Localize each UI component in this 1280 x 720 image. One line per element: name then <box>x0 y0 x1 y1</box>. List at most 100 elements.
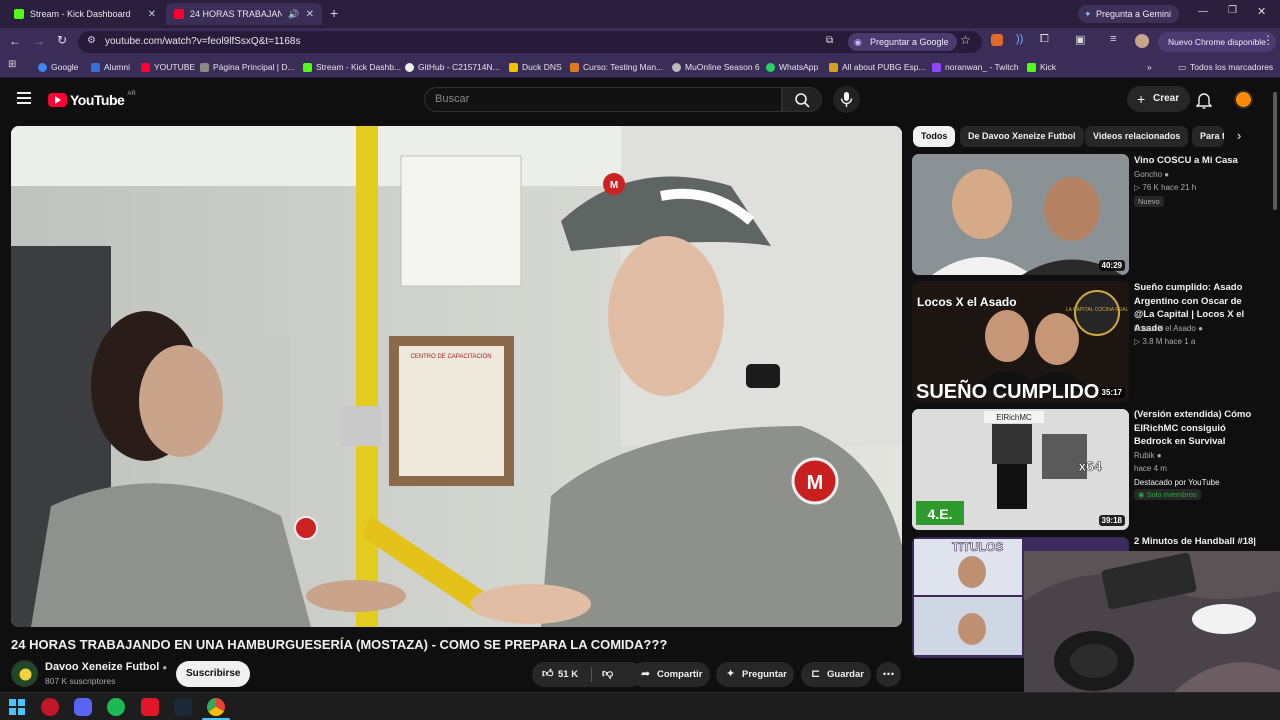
youtube-header: YouTube AR + Crear <box>0 80 1270 120</box>
channel-text: Locos X el Asado <box>1134 324 1196 333</box>
bookmark-github[interactable]: GitHub - C215714N... <box>405 60 500 74</box>
all-bookmarks-folder[interactable]: ▭ Todos los marcadores <box>1178 60 1273 74</box>
channel-text: Rubik <box>1134 451 1155 460</box>
cast-icon[interactable]: ⧉ <box>826 35 833 46</box>
channel-avatar[interactable] <box>11 660 38 687</box>
tab-youtube-video[interactable]: 24 HORAS TRABAJANDO E 🔊 ✕ <box>166 3 322 25</box>
update-chrome-label: Nuevo Chrome disponible <box>1168 37 1266 47</box>
extensions-puzzle-icon[interactable]: ⧠ <box>1040 33 1049 46</box>
forward-button[interactable]: → <box>33 34 45 48</box>
app-red-icon[interactable] <box>141 698 159 716</box>
more-actions-button[interactable]: ⋯ <box>876 662 901 687</box>
share-button[interactable]: ➦ Compartir <box>631 662 710 687</box>
chip-todos[interactable]: Todos <box>913 126 956 147</box>
bookmark-kick-dashboard[interactable]: Stream - Kick Dashb... <box>303 60 401 74</box>
bookmark-pubg[interactable]: All about PUBG Esp... <box>829 60 926 74</box>
thumbs-down-icon: 👎︎ <box>602 668 614 680</box>
extension-fox-icon[interactable] <box>991 34 1003 46</box>
recommendation-channel[interactable]: Locos X el Asado ● <box>1134 324 1203 333</box>
play-icon: ▷ <box>1134 183 1141 192</box>
recommendation-title[interactable]: (Versión extendida) Cómo ElRichMC consig… <box>1134 408 1264 449</box>
apps-grid-icon[interactable]: ⊞ <box>8 59 16 70</box>
members-icon: ◉ <box>1138 490 1145 499</box>
ask-google-button[interactable]: ◉ Preguntar a Google <box>848 33 957 51</box>
extension-wave-icon[interactable]: )) <box>1016 33 1023 45</box>
address-bar[interactable]: ⚙ youtube.com/watch?v=feol9lfSsxQ&t=1168… <box>78 31 982 53</box>
bookmark-kick[interactable]: Kick <box>1027 60 1056 74</box>
kick-icon <box>14 9 24 19</box>
reading-list-icon[interactable]: ≡ <box>1110 33 1116 45</box>
steam-icon[interactable] <box>174 698 192 716</box>
bookmark-label: Stream - Kick Dashb... <box>316 62 402 72</box>
bookmark-pagina-principal[interactable]: Página Principal | D... <box>200 60 295 74</box>
bookmark-curso-testing[interactable]: Curso: Testing Man... <box>570 60 663 74</box>
windows-start-icon[interactable] <box>8 698 26 716</box>
bookmark-label: Todos los marcadores <box>1190 62 1274 72</box>
bookmark-duck-dns[interactable]: Duck DNS <box>509 60 562 74</box>
voice-search-button[interactable] <box>833 86 860 113</box>
recommendation-thumbnail[interactable]: LA CAPITAL COCINA REAL Locos X el Asado … <box>912 281 1129 402</box>
bookmark-label: All about PUBG Esp... <box>842 62 926 72</box>
youtube-logo[interactable]: YouTube AR <box>48 91 136 108</box>
ask-button[interactable]: ✦ Preguntar <box>716 662 794 687</box>
chrome-icon[interactable] <box>207 698 225 716</box>
bookmark-muonline[interactable]: MuOnline Season 6 <box>672 60 760 74</box>
create-button[interactable]: + Crear <box>1127 86 1191 112</box>
recommendation-title[interactable]: Vino COSCU a Mi Casa <box>1134 154 1264 168</box>
bookmark-whatsapp[interactable]: WhatsApp <box>766 60 818 74</box>
thumbnail-image: ElRichMC x64 4.E. <box>912 409 1129 530</box>
recommendation-thumbnail[interactable]: 40:29 <box>912 154 1129 275</box>
chrome-menu-icon[interactable]: ⋮ <box>1262 33 1274 47</box>
bookmark-google[interactable]: Google <box>38 60 78 74</box>
tab-kick-dashboard[interactable]: Stream - Kick Dashboard ✕ <box>6 3 164 25</box>
recommendation-title[interactable]: 2 Minutos de Handball #18| <box>1134 535 1264 549</box>
reload-button[interactable]: ↻ <box>57 33 67 47</box>
close-tab-icon[interactable]: ✕ <box>306 9 314 20</box>
notifications-button[interactable] <box>1196 91 1212 109</box>
audio-playing-icon[interactable]: 🔊 <box>288 9 299 20</box>
subscribe-button[interactable]: Suscribirse <box>176 661 251 687</box>
bookmark-star-icon[interactable]: ☆ <box>960 33 971 47</box>
chip-para-ti[interactable]: Para ti <box>1192 126 1224 147</box>
chip-channel[interactable]: De Davoo Xeneize Futbol <box>960 126 1084 147</box>
back-button[interactable]: ← <box>9 34 21 48</box>
minimize-button[interactable]: — <box>1198 6 1208 17</box>
bookmark-twitch[interactable]: noranwan_ - Twitch <box>932 60 1019 74</box>
bookmark-youtube[interactable]: YOUTUBE <box>141 60 195 74</box>
channel-name[interactable]: Davoo Xeneize Futbol ● <box>45 661 167 673</box>
bookmarks-overflow-button[interactable]: » <box>1147 60 1152 74</box>
ask-google-label: Preguntar a Google <box>870 37 949 47</box>
maximize-button[interactable]: ❐ <box>1228 5 1237 16</box>
like-button[interactable]: 👍︎ 51 K <box>532 662 591 687</box>
search-button[interactable] <box>782 87 822 112</box>
recommendation-channel[interactable]: Goncho ● <box>1134 170 1169 179</box>
video-player[interactable]: CENTRO DE CAPACITACIÓN M M <box>11 126 902 627</box>
site-info-icon[interactable]: ⚙ <box>87 35 96 46</box>
scrollbar-thumb[interactable] <box>1273 92 1277 210</box>
spotify-icon[interactable] <box>107 698 125 716</box>
ask-label: Preguntar <box>742 669 787 680</box>
thumb-caption-text: SUEÑO CUMPLIDO <box>916 380 1099 402</box>
search-icon <box>795 93 810 108</box>
save-button[interactable]: ⊏ Guardar <box>801 662 871 687</box>
folder-icon: ▭ <box>1178 61 1187 72</box>
recommendation-channel[interactable]: Rubik ● <box>1134 451 1162 460</box>
hamburger-menu-icon[interactable] <box>17 92 31 104</box>
split-view-icon[interactable]: ▣ <box>1075 33 1085 46</box>
user-avatar[interactable] <box>1234 90 1253 109</box>
chip-related[interactable]: Videos relacionados <box>1085 126 1189 147</box>
profile-avatar[interactable] <box>1135 34 1149 48</box>
chip-label: Videos relacionados <box>1093 131 1181 141</box>
opera-gx-icon[interactable] <box>41 698 59 716</box>
search-input[interactable] <box>435 93 765 105</box>
update-chrome-button[interactable]: Nuevo Chrome disponible <box>1158 32 1276 52</box>
chips-next-arrow-icon[interactable]: › <box>1237 128 1241 143</box>
cap-logo-text: M <box>610 180 618 191</box>
close-window-button[interactable]: ✕ <box>1257 5 1266 18</box>
recommendation-thumbnail[interactable]: ElRichMC x64 4.E. 39:18 <box>912 409 1129 530</box>
discord-icon[interactable] <box>74 698 92 716</box>
new-tab-button[interactable]: + <box>330 5 338 21</box>
gemini-button[interactable]: ✦ Pregunta a Gemini <box>1078 5 1180 23</box>
bookmark-alumni[interactable]: Alumni <box>91 60 130 74</box>
close-tab-icon[interactable]: ✕ <box>148 9 156 20</box>
